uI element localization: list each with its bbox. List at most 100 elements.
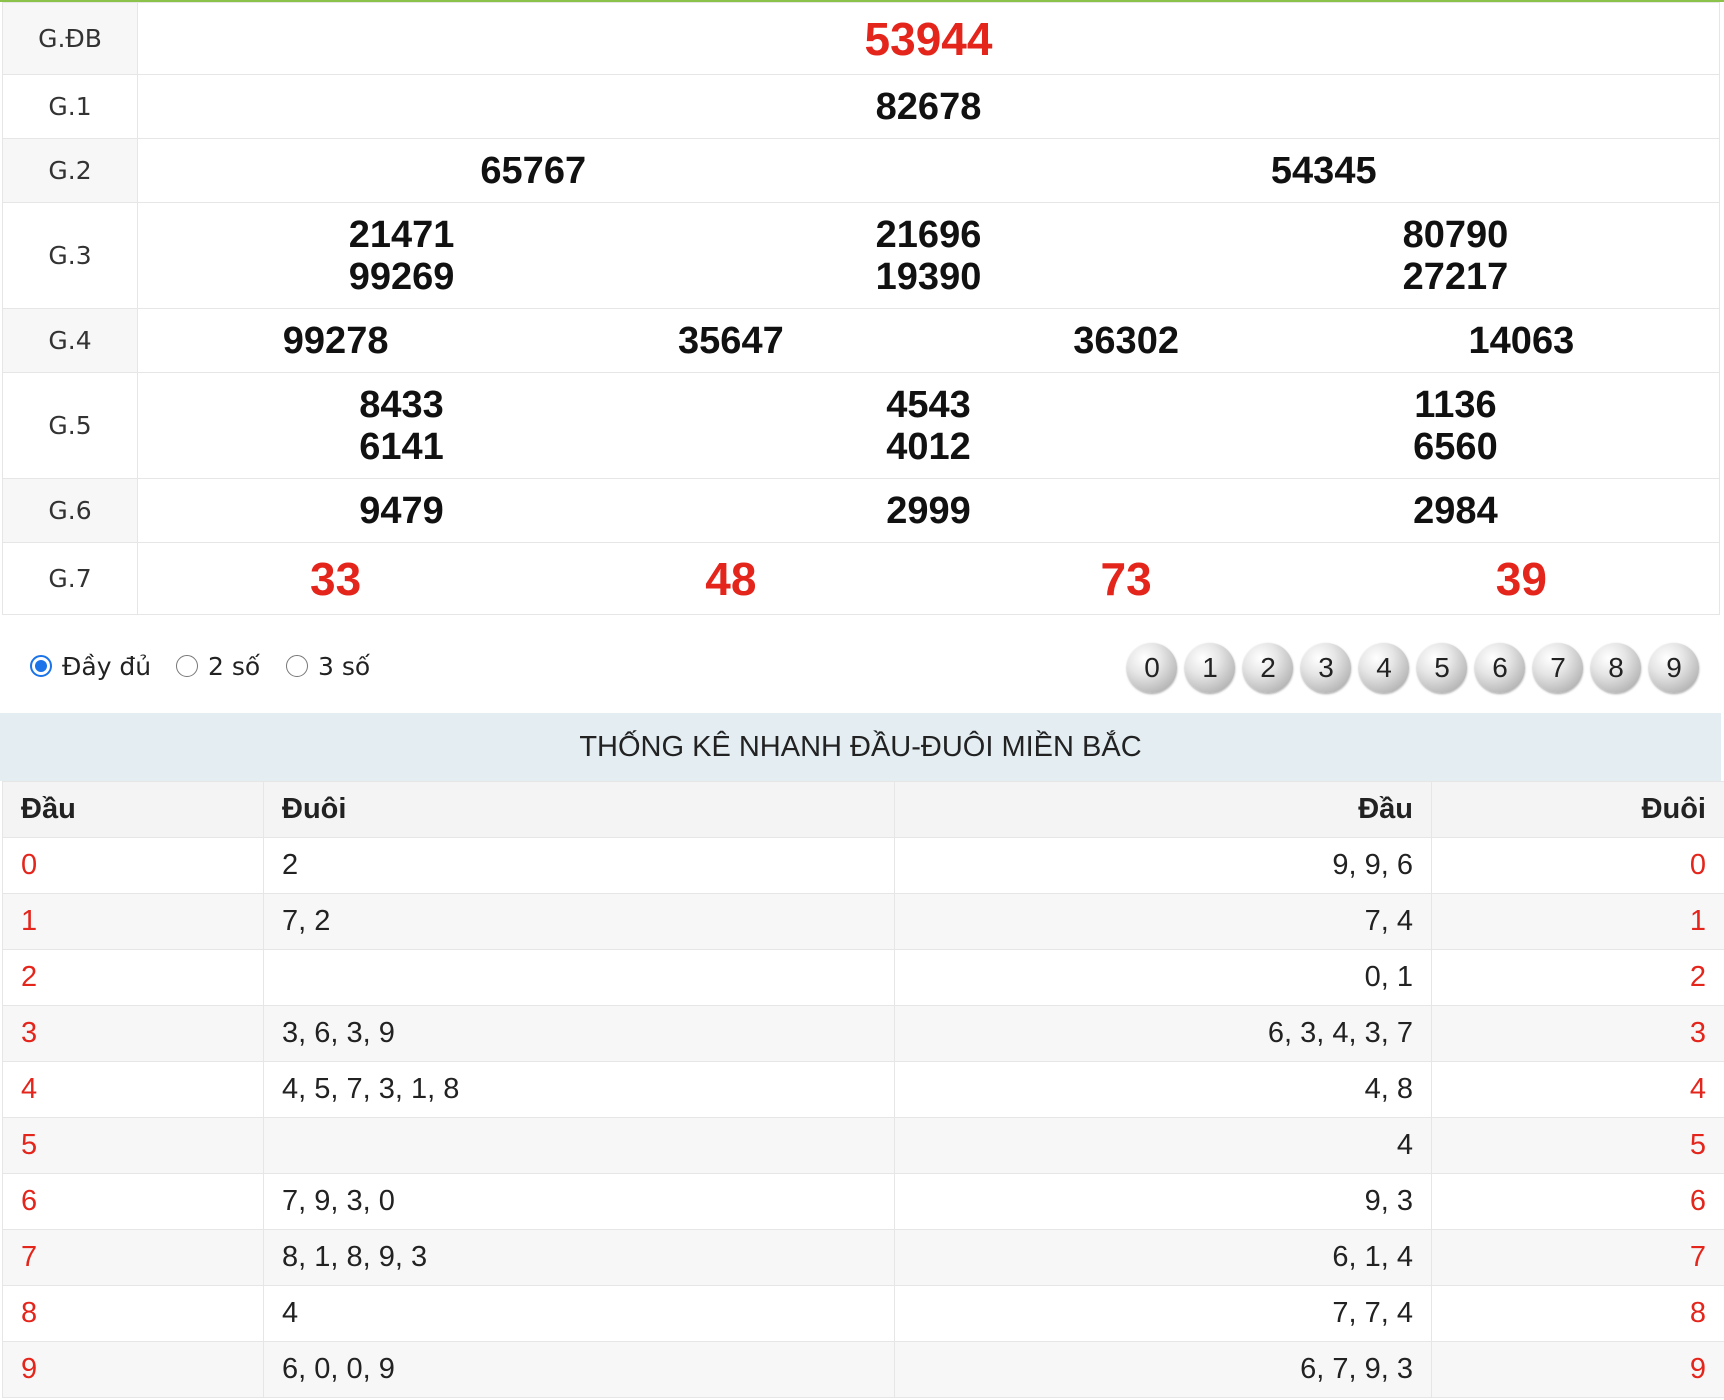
results-table: G.ĐB 53944 G.1 82678 G.2 65767 54345 G.3… bbox=[2, 2, 1720, 615]
duoi-list: 6, 0, 0, 9 bbox=[263, 1341, 895, 1398]
duoi-list: 7, 2 bbox=[263, 893, 895, 950]
prize-number: 82678 bbox=[875, 85, 982, 128]
duoi-list bbox=[263, 1117, 895, 1174]
duoi-digit: 5 bbox=[1431, 1117, 1724, 1174]
prize-row-2: G.2 65767 54345 bbox=[2, 138, 1720, 203]
prize-number: 1136 bbox=[1414, 383, 1497, 426]
duoi-list bbox=[263, 949, 895, 1006]
duoi-list: 8, 1, 8, 9, 3 bbox=[263, 1229, 895, 1286]
digit-ball-5[interactable]: 5 bbox=[1417, 643, 1467, 693]
stats-row: 0 2 9, 9, 6 0 bbox=[2, 837, 1724, 894]
prize-label: G.6 bbox=[2, 478, 138, 543]
header-duoi: Đuôi bbox=[263, 781, 895, 838]
prize-row-1: G.1 82678 bbox=[2, 74, 1720, 139]
prize-number: 6141 bbox=[359, 425, 444, 468]
radio-unchecked-icon[interactable] bbox=[286, 655, 308, 677]
dau-list: 4 bbox=[894, 1117, 1432, 1174]
dau-digit: 8 bbox=[2, 1285, 264, 1342]
dau-digit: 4 bbox=[2, 1061, 264, 1118]
digit-ball-0[interactable]: 0 bbox=[1127, 643, 1177, 693]
stats-row: 7 8, 1, 8, 9, 3 6, 1, 4 7 bbox=[2, 1229, 1724, 1286]
radio-unchecked-icon[interactable] bbox=[176, 655, 198, 677]
digit-ball-8[interactable]: 8 bbox=[1591, 643, 1641, 693]
duoi-list: 4, 5, 7, 3, 1, 8 bbox=[263, 1061, 895, 1118]
radio-2-digits-label: 2 số bbox=[208, 651, 261, 681]
duoi-digit: 2 bbox=[1431, 949, 1724, 1006]
digit-ball-4[interactable]: 4 bbox=[1359, 643, 1409, 693]
prize-number: 80790 bbox=[1402, 213, 1509, 256]
dau-list: 0, 1 bbox=[894, 949, 1432, 1006]
dau-list: 7, 7, 4 bbox=[894, 1285, 1432, 1342]
stats-row: 5 4 5 bbox=[2, 1117, 1724, 1174]
stats-table: Đầu Đuôi Đầu Đuôi 0 2 9, 9, 6 0 1 7, 2 7… bbox=[2, 781, 1724, 1398]
stats-row: 9 6, 0, 0, 9 6, 7, 9, 3 9 bbox=[2, 1341, 1724, 1398]
prize-row-6: G.6 9479 2999 2984 bbox=[2, 478, 1720, 543]
prize-number: 33 bbox=[310, 552, 362, 605]
prize-number: 27217 bbox=[1402, 255, 1509, 298]
stats-row: 2 0, 1 2 bbox=[2, 949, 1724, 1006]
duoi-digit: 3 bbox=[1431, 1005, 1724, 1062]
digit-ball-1[interactable]: 1 bbox=[1185, 643, 1235, 693]
prize-number: 35647 bbox=[678, 319, 784, 362]
prize-label: G.1 bbox=[2, 74, 138, 139]
digit-ball-7[interactable]: 7 bbox=[1533, 643, 1583, 693]
dau-digit: 7 bbox=[2, 1229, 264, 1286]
prize-numbers: 21471 21696 80790 99269 19390 27217 bbox=[137, 202, 1720, 309]
prize-number: 6560 bbox=[1413, 425, 1498, 468]
prize-number: 53944 bbox=[864, 12, 993, 65]
prize-label: G.7 bbox=[2, 542, 138, 615]
prize-numbers: 33 48 73 39 bbox=[137, 542, 1720, 615]
prize-number: 39 bbox=[1495, 552, 1547, 605]
prize-numbers: 9479 2999 2984 bbox=[137, 478, 1720, 543]
prize-numbers: 53944 bbox=[137, 2, 1720, 75]
radio-checked-icon[interactable] bbox=[30, 655, 52, 677]
dau-list: 4, 8 bbox=[894, 1061, 1432, 1118]
prize-number: 9479 bbox=[359, 489, 444, 532]
prize-row-special: G.ĐB 53944 bbox=[2, 2, 1720, 75]
dau-digit: 9 bbox=[2, 1341, 264, 1398]
stats-title: THỐNG KÊ NHANH ĐẦU-ĐUÔI MIỀN BẮC bbox=[0, 713, 1721, 781]
dau-list: 6, 3, 4, 3, 7 bbox=[894, 1005, 1432, 1062]
duoi-digit: 8 bbox=[1431, 1285, 1724, 1342]
duoi-list: 7, 9, 3, 0 bbox=[263, 1173, 895, 1230]
prize-number: 21471 bbox=[348, 213, 455, 256]
radio-3-digits[interactable]: 3 số bbox=[286, 649, 370, 683]
prize-number: 4012 bbox=[886, 425, 971, 468]
duoi-digit: 0 bbox=[1431, 837, 1724, 894]
lottery-results-page: G.ĐB 53944 G.1 82678 G.2 65767 54345 G.3… bbox=[0, 0, 1724, 1400]
prize-numbers: 65767 54345 bbox=[137, 138, 1720, 203]
dau-list: 9, 9, 6 bbox=[894, 837, 1432, 894]
dau-digit: 1 bbox=[2, 893, 264, 950]
radio-full[interactable]: Đầy đủ bbox=[30, 649, 151, 683]
dau-digit: 2 bbox=[2, 949, 264, 1006]
prize-number: 21696 bbox=[875, 213, 982, 256]
dau-list: 6, 1, 4 bbox=[894, 1229, 1432, 1286]
header-dau: Đầu bbox=[2, 781, 264, 838]
digit-ball-2[interactable]: 2 bbox=[1243, 643, 1293, 693]
dau-digit: 6 bbox=[2, 1173, 264, 1230]
prize-label: G.3 bbox=[2, 202, 138, 309]
digit-ball-6[interactable]: 6 bbox=[1475, 643, 1525, 693]
digit-ball-9[interactable]: 9 bbox=[1649, 643, 1699, 693]
duoi-list: 3, 6, 3, 9 bbox=[263, 1005, 895, 1062]
header-duoi-right: Đuôi bbox=[1431, 781, 1724, 838]
stats-row: 6 7, 9, 3, 0 9, 3 6 bbox=[2, 1173, 1724, 1230]
dau-digit: 0 bbox=[2, 837, 264, 894]
prize-number: 48 bbox=[705, 552, 757, 605]
duoi-digit: 1 bbox=[1431, 893, 1724, 950]
prize-number: 36302 bbox=[1073, 319, 1179, 362]
dau-list: 9, 3 bbox=[894, 1173, 1432, 1230]
dau-digit: 3 bbox=[2, 1005, 264, 1062]
prize-numbers: 8433 4543 1136 6141 4012 6560 bbox=[137, 372, 1720, 479]
prize-label: G.4 bbox=[2, 308, 138, 373]
stats-row: 4 4, 5, 7, 3, 1, 8 4, 8 4 bbox=[2, 1061, 1724, 1118]
prize-label: G.ĐB bbox=[2, 2, 138, 75]
prize-number: 99269 bbox=[348, 255, 455, 298]
prize-row-7: G.7 33 48 73 39 bbox=[2, 542, 1720, 615]
radio-2-digits[interactable]: 2 số bbox=[176, 649, 260, 683]
dau-list: 7, 4 bbox=[894, 893, 1432, 950]
digit-ball-3[interactable]: 3 bbox=[1301, 643, 1351, 693]
prize-label: G.2 bbox=[2, 138, 138, 203]
prize-row-5: G.5 8433 4543 1136 6141 4012 6560 bbox=[2, 372, 1720, 479]
duoi-digit: 7 bbox=[1431, 1229, 1724, 1286]
